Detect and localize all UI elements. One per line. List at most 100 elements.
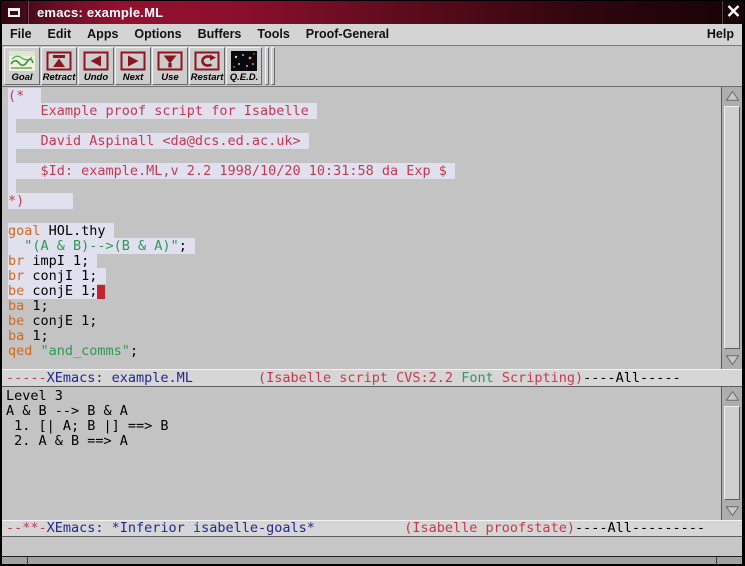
locked-region-segment: goal HOL.thy	[8, 223, 114, 239]
code-line: be conjE 1;	[8, 314, 721, 329]
text-segment: ;	[130, 343, 138, 359]
window-menu-icon	[8, 8, 20, 17]
scroll-up-arrow-icon[interactable]	[723, 88, 742, 104]
scroll-down-arrow-icon[interactable]	[723, 503, 742, 519]
menu-item-proof-general[interactable]: Proof-General	[298, 24, 397, 45]
retract-icon	[46, 50, 72, 72]
goals-scrollbar[interactable]	[721, 387, 742, 520]
code-line	[8, 209, 721, 224]
hscroll-divider	[27, 557, 28, 565]
toolbar-button-qed[interactable]: Q.E.D.	[226, 47, 262, 85]
goals-buffer[interactable]: Level 3A & B --> B & A 1. [| A; B |] ==>…	[2, 387, 721, 520]
text-segment: Font	[461, 370, 494, 386]
text-segment	[193, 370, 258, 386]
menu-item-file[interactable]: File	[2, 24, 40, 45]
text-segment: ba	[8, 298, 24, 314]
horizontal-scrollbar[interactable]	[2, 556, 742, 564]
code-line	[8, 179, 721, 194]
text-segment: be	[8, 313, 24, 329]
text-segment: -----	[6, 370, 47, 386]
text-segment: ----All---------	[575, 520, 705, 536]
text-segment: impI 1;	[24, 253, 97, 269]
window-title: emacs: example.ML	[28, 5, 721, 20]
toolbar-buttons: Goal RetractUndoNextUseRestartQ.E.D.	[4, 47, 263, 85]
close-button[interactable]	[722, 1, 744, 24]
script-scrollbar-thumb[interactable]	[724, 106, 740, 349]
toolbar-button-use[interactable]: Use	[152, 47, 188, 85]
toolbar-button-retract[interactable]: Retract	[41, 47, 77, 85]
locked-region-segment	[8, 118, 16, 134]
code-line: "(A & B)-->(B & A)";	[8, 239, 721, 254]
toolbar-separator-1	[265, 47, 269, 85]
locked-region-segment: "(A & B)-->(B & A)";	[8, 238, 195, 254]
text-segment: be	[8, 283, 24, 299]
goals-line: 2. A & B ==> A	[6, 434, 721, 449]
menu-item-apps[interactable]: Apps	[79, 24, 126, 45]
toolbar-separator-2	[271, 47, 275, 85]
menu-item-tools[interactable]: Tools	[249, 24, 297, 45]
toolbar-button-label: Goal	[11, 72, 32, 84]
qed-stars-icon	[231, 50, 257, 72]
minibuffer[interactable]	[2, 537, 742, 556]
locked-region-segment	[8, 178, 16, 194]
text-segment: ;	[179, 238, 195, 254]
text-segment: goal	[8, 223, 41, 239]
next-icon	[120, 50, 146, 72]
text-segment: br	[8, 268, 24, 284]
text-segment: "(A & B)-->(B & A)"	[24, 238, 178, 254]
text-segment: conjI 1;	[24, 268, 105, 284]
code-line	[8, 119, 721, 134]
goal-splash-icon	[9, 50, 35, 72]
window-menu-button[interactable]	[1, 1, 27, 24]
menu-bar: FileEditAppsOptionsBuffersToolsProof-Gen…	[2, 24, 742, 46]
toolbar-button-undo[interactable]: Undo	[78, 47, 114, 85]
text-segment: XEmacs: example.ML	[47, 370, 193, 386]
code-line: br impI 1;	[8, 254, 721, 269]
toolbar-button-restart[interactable]: Restart	[189, 47, 225, 85]
text-segment	[32, 343, 40, 359]
goals-scrollbar-thumb[interactable]	[724, 406, 740, 500]
title-bar[interactable]: emacs: example.ML	[1, 1, 744, 24]
text-segment	[8, 238, 24, 254]
text-segment: *)	[8, 193, 73, 209]
modeline-script[interactable]: -----XEmacs: example.ML (Isabelle script…	[2, 369, 742, 387]
toolbar-button-next[interactable]: Next	[115, 47, 151, 85]
text-segment: "and_comms"	[41, 343, 130, 359]
menu-item-edit[interactable]: Edit	[40, 24, 80, 45]
text-segment	[8, 148, 16, 164]
text-segment: Example proof script for Isabelle	[8, 103, 317, 119]
locked-region-segment: (*	[8, 88, 41, 104]
text-segment: XEmacs: *Inferior isabelle-goals*	[47, 520, 315, 536]
code-line	[8, 149, 721, 164]
locked-region-segment: be conjE 1;	[8, 283, 97, 299]
menu-item-options[interactable]: Options	[126, 24, 189, 45]
code-line: ba 1;	[8, 299, 721, 314]
menu-item-buffers[interactable]: Buffers	[190, 24, 250, 45]
text-segment	[8, 178, 16, 194]
scroll-down-arrow-icon[interactable]	[723, 352, 742, 368]
text-segment: David Aspinall <da@dcs.ed.ac.uk>	[8, 133, 309, 149]
script-scrollbar[interactable]	[721, 87, 742, 369]
goals-line: 1. [| A; B |] ==> B	[6, 419, 721, 434]
script-buffer[interactable]: (* Example proof script for Isabelle Dav…	[2, 87, 721, 369]
hscroll-divider	[716, 557, 717, 565]
text-segment: Scripting)	[494, 370, 583, 386]
toolbar-button-label: Restart	[191, 72, 224, 84]
modeline-goals[interactable]: --**-XEmacs: *Inferior isabelle-goals* (…	[2, 520, 742, 537]
text-segment: $Id: example.ML,v 2.2 1998/10/20 10:31:5…	[8, 163, 455, 179]
text-segment: (Isabelle script CVS:2.2	[258, 370, 461, 386]
text-segment: HOL.thy	[41, 223, 114, 239]
locked-region-segment: br impI 1;	[8, 253, 97, 269]
toolbar-button-goal[interactable]: Goal	[4, 47, 40, 85]
text-segment: conjE 1;	[24, 313, 97, 329]
proof-toolbar: Goal RetractUndoNextUseRestartQ.E.D.	[2, 46, 742, 87]
locked-region-segment: Example proof script for Isabelle	[8, 103, 317, 119]
text-segment	[315, 520, 404, 536]
code-line: *)	[8, 194, 721, 209]
text-cursor	[97, 285, 105, 299]
menu-item-help[interactable]: Help	[699, 24, 742, 45]
text-segment: (*	[8, 88, 41, 104]
locked-region-segment	[8, 148, 16, 164]
code-line: David Aspinall <da@dcs.ed.ac.uk>	[8, 134, 721, 149]
scroll-up-arrow-icon[interactable]	[723, 388, 742, 404]
